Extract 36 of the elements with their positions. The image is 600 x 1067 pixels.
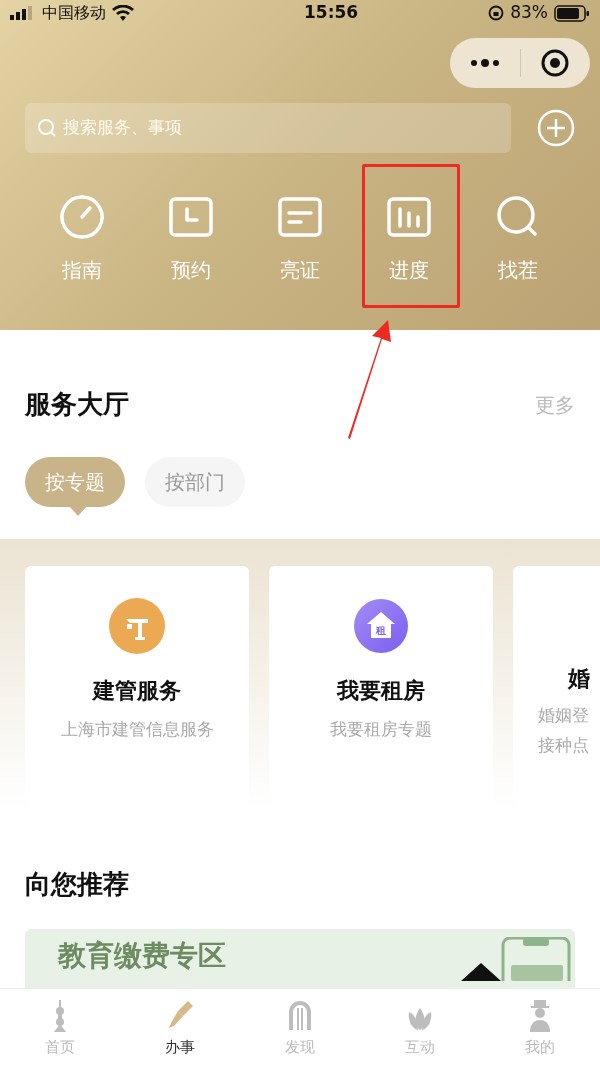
target-icon <box>541 49 570 77</box>
quick-action[interactable]: 找茬 <box>463 193 573 285</box>
section-title: 服务大厅 <box>25 388 129 421</box>
carrier-name: 中国移动 <box>42 2 106 24</box>
house-icon <box>366 611 396 639</box>
search-icon <box>37 118 57 138</box>
card-subtitle: 婚姻登 <box>538 704 590 727</box>
tab-item[interactable]: 我的 <box>480 989 600 1067</box>
section-title: 向您推荐 <box>24 868 130 901</box>
tab-pointer <box>69 506 87 516</box>
quick-action[interactable]: 亮证 <box>245 193 355 285</box>
house-label: 租 <box>376 623 386 638</box>
rotation-lock-icon <box>488 5 505 21</box>
card-subtitle: 上海市建管信息服务 <box>60 718 214 741</box>
wifi-icon <box>112 5 134 21</box>
tab-item[interactable]: 互动 <box>360 989 480 1067</box>
gauge-icon <box>57 193 106 241</box>
filter-tab[interactable]: 按专题 <box>25 457 125 507</box>
tab-item[interactable]: 首页 <box>0 989 120 1067</box>
tab-item[interactable]: 发现 <box>240 989 360 1067</box>
quick-action[interactable]: 进度 <box>354 193 464 285</box>
tab-item[interactable]: 办事 <box>120 989 240 1067</box>
promo-banner[interactable]: 教育缴费专区 <box>25 929 575 988</box>
filter-tab[interactable]: 按部门 <box>145 457 245 507</box>
quick-action[interactable]: 指南 <box>27 193 137 285</box>
quick-action[interactable]: 预约 <box>136 193 246 285</box>
dots-icon <box>469 58 500 68</box>
search-bar[interactable]: 搜索服务、事项 <box>25 103 511 153</box>
plus-circle-icon <box>537 109 575 147</box>
more-link[interactable]: 更多 <box>535 389 575 420</box>
card-subtitle: 接种点 <box>538 733 590 757</box>
clock-time: 15:56 <box>304 1 359 25</box>
battery-icon <box>554 4 590 22</box>
battery-percent: 83% <box>510 1 548 25</box>
search-field[interactable]: 搜索服务、事项 <box>63 115 499 141</box>
card-subtitle: 我要租房专题 <box>330 718 432 741</box>
